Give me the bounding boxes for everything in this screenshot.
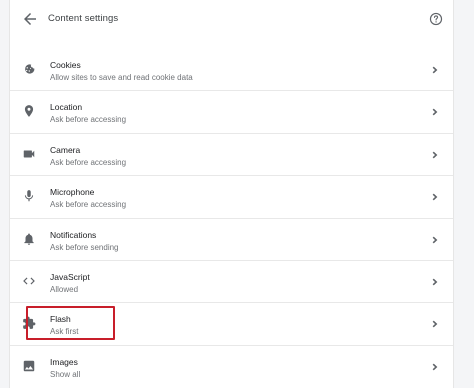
setting-label: JavaScript bbox=[50, 272, 90, 282]
setting-row-cookies[interactable]: Cookies Allow sites to save and read coo… bbox=[10, 48, 453, 90]
setting-label: Notifications bbox=[50, 230, 97, 240]
setting-label: Cookies bbox=[50, 60, 81, 70]
setting-row-camera[interactable]: Camera Ask before accessing bbox=[10, 133, 453, 175]
chevron-right-icon bbox=[432, 278, 438, 286]
row-divider bbox=[10, 218, 453, 219]
setting-sublabel: Ask before accessing bbox=[50, 158, 127, 167]
row-divider bbox=[10, 260, 453, 261]
setting-label: Microphone bbox=[50, 187, 95, 197]
setting-sublabel: Show all bbox=[50, 370, 81, 379]
settings-card: Content settings Cookies Allow sites to … bbox=[9, 0, 454, 388]
image-icon bbox=[23, 360, 35, 372]
row-divider bbox=[10, 302, 453, 303]
camera-icon bbox=[23, 150, 35, 158]
microphone-icon bbox=[24, 190, 34, 202]
arrow-back-icon[interactable] bbox=[21, 10, 39, 28]
setting-sublabel: Allowed bbox=[50, 285, 79, 294]
setting-sublabel: Ask before accessing bbox=[50, 115, 127, 124]
code-brackets-icon bbox=[23, 277, 35, 285]
chevron-right-icon bbox=[432, 193, 438, 201]
chevron-right-icon bbox=[432, 363, 438, 371]
setting-row-notifications[interactable]: Notifications Ask before sending bbox=[10, 218, 453, 260]
setting-sublabel: Ask before sending bbox=[50, 243, 119, 252]
row-divider bbox=[10, 133, 453, 134]
content-settings-page: Content settings Cookies Allow sites to … bbox=[0, 0, 474, 388]
chevron-right-icon bbox=[432, 66, 438, 74]
setting-label: Images bbox=[50, 357, 78, 367]
cookie-icon bbox=[25, 64, 35, 74]
bell-icon bbox=[24, 233, 34, 245]
setting-row-javascript[interactable]: JavaScript Allowed bbox=[10, 260, 453, 302]
setting-sublabel: Allow sites to save and read cookie data bbox=[50, 73, 193, 82]
location-pin-icon bbox=[24, 105, 34, 117]
setting-row-location[interactable]: Location Ask before accessing bbox=[10, 90, 453, 132]
setting-label: Camera bbox=[50, 145, 81, 155]
chevron-right-icon bbox=[432, 236, 438, 244]
row-divider bbox=[10, 345, 453, 346]
setting-row-images[interactable]: Images Show all bbox=[10, 345, 453, 387]
chevron-right-icon bbox=[432, 151, 438, 159]
row-divider bbox=[10, 175, 453, 176]
page-title: Content settings bbox=[48, 13, 119, 24]
setting-sublabel: Ask before accessing bbox=[50, 200, 127, 209]
help-circle-icon[interactable] bbox=[429, 12, 443, 26]
flash-highlight-box bbox=[26, 306, 115, 340]
row-divider bbox=[10, 90, 453, 91]
setting-row-microphone[interactable]: Microphone Ask before accessing bbox=[10, 175, 453, 217]
header: Content settings bbox=[10, 0, 453, 40]
chevron-right-icon bbox=[432, 320, 438, 328]
setting-label: Location bbox=[50, 102, 83, 112]
chevron-right-icon bbox=[432, 108, 438, 116]
